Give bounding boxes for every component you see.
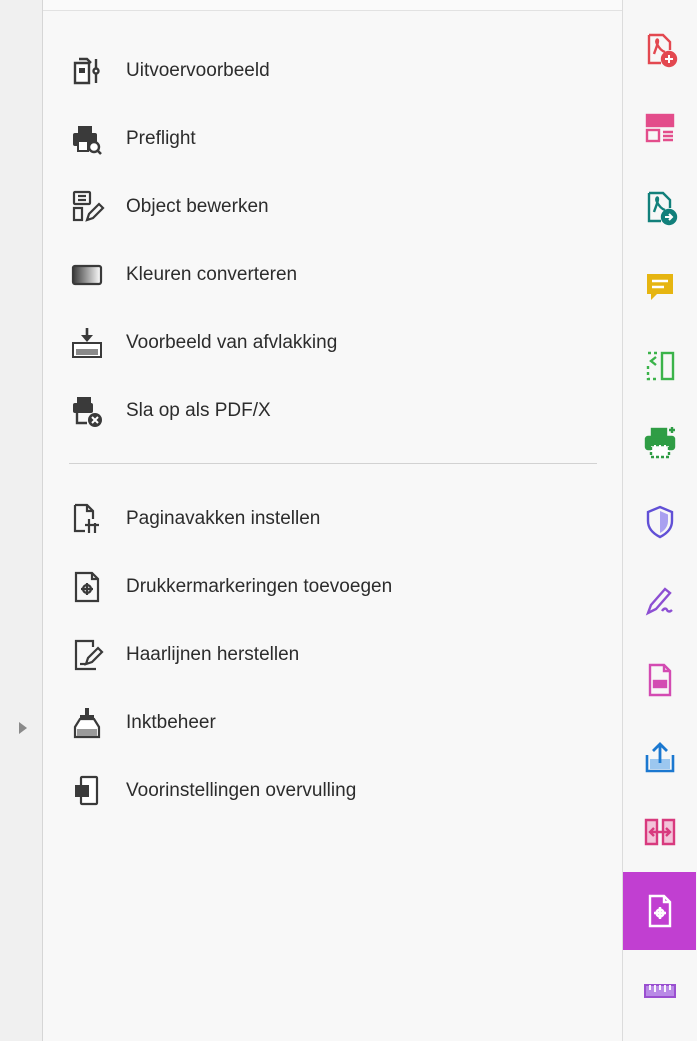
tool-label: Inktbeheer (126, 712, 216, 733)
flattener-preview-icon (69, 325, 105, 361)
tool-label: Uitvoervoorbeeld (126, 60, 270, 81)
tool-label: Sla op als PDF/X (126, 400, 271, 421)
collapse-panel-arrow-icon[interactable] (19, 722, 27, 734)
tool-label: Preflight (126, 128, 196, 149)
add-printer-marks-icon (69, 569, 105, 605)
tool-set-page-boxes[interactable]: Paginavakken instellen (69, 497, 609, 541)
tool-fix-hairlines[interactable]: Haarlijnen herstellen (69, 633, 609, 677)
tool-label: Kleuren converteren (126, 264, 298, 285)
trap-presets-icon (69, 773, 105, 809)
fix-hairlines-icon (69, 637, 105, 673)
measure-icon (643, 984, 676, 998)
rail-fill-sign[interactable] (623, 568, 696, 634)
tool-label: Voorbeeld van afvlakking (126, 332, 338, 353)
tool-flattener-preview[interactable]: Voorbeeld van afvlakking (69, 321, 609, 365)
tool-label: Paginavakken instellen (126, 508, 321, 529)
fill-sign-icon (645, 587, 673, 616)
print-production-icon (644, 427, 675, 459)
output-preview-icon (69, 53, 105, 89)
tool-convert-colors[interactable]: Kleuren converteren (69, 253, 609, 297)
rail-protect[interactable] (623, 489, 696, 555)
protect-icon (646, 505, 673, 539)
tool-label: Voorinstellingen overvulling (126, 780, 357, 801)
tool-add-printer-marks[interactable]: Drukkermarkeringen toevoegen (69, 565, 609, 609)
print-production-tools-panel: Uitvoervoorbeeld Preflight Object bewerk… (43, 11, 622, 1041)
left-gutter (0, 0, 43, 1041)
share-icon (645, 742, 674, 773)
tool-label: Object bewerken (126, 196, 269, 217)
tool-output-preview[interactable]: Uitvoervoorbeeld (69, 49, 609, 93)
rail-export-pdf[interactable] (623, 175, 696, 241)
tool-preflight[interactable]: Preflight (69, 117, 609, 161)
convert-colors-icon (69, 257, 105, 293)
organize-pages-icon (645, 113, 674, 143)
edit-object-icon (69, 189, 105, 225)
tool-ink-manager[interactable]: Inktbeheer (69, 701, 609, 745)
tool-save-as-pdfx[interactable]: Sla op als PDF/X (69, 389, 609, 433)
save-as-pdfx-icon (69, 393, 105, 429)
rail-organize-pages[interactable] (623, 96, 696, 162)
compare-files-icon (644, 818, 675, 846)
scan-ocr-icon (646, 351, 674, 381)
rail-create-pdf[interactable] (623, 17, 696, 83)
rail-comment[interactable] (623, 254, 696, 320)
rail-redact[interactable] (623, 647, 696, 713)
ink-manager-icon (69, 705, 105, 741)
set-page-boxes-icon (69, 501, 105, 537)
print-production-active-icon (648, 894, 671, 928)
rail-print-production[interactable] (623, 410, 696, 476)
group-divider (69, 463, 597, 464)
tool-label: Haarlijnen herstellen (126, 644, 300, 665)
tools-rail (622, 0, 697, 1041)
rail-measure[interactable] (623, 958, 696, 1024)
export-pdf-icon (647, 191, 677, 226)
create-pdf-icon (647, 33, 677, 68)
rail-print-production-active[interactable] (623, 872, 696, 950)
tool-edit-object[interactable]: Object bewerken (69, 185, 609, 229)
top-border (15, 0, 695, 11)
comment-icon (646, 274, 673, 300)
rail-compare-files[interactable] (623, 799, 696, 865)
tool-label: Drukkermarkeringen toevoegen (126, 576, 393, 597)
rail-share[interactable] (623, 726, 696, 792)
redact-icon (648, 663, 671, 697)
preflight-icon (69, 121, 105, 157)
rail-scan-ocr[interactable] (623, 333, 696, 399)
tool-trap-presets[interactable]: Voorinstellingen overvulling (69, 769, 609, 813)
